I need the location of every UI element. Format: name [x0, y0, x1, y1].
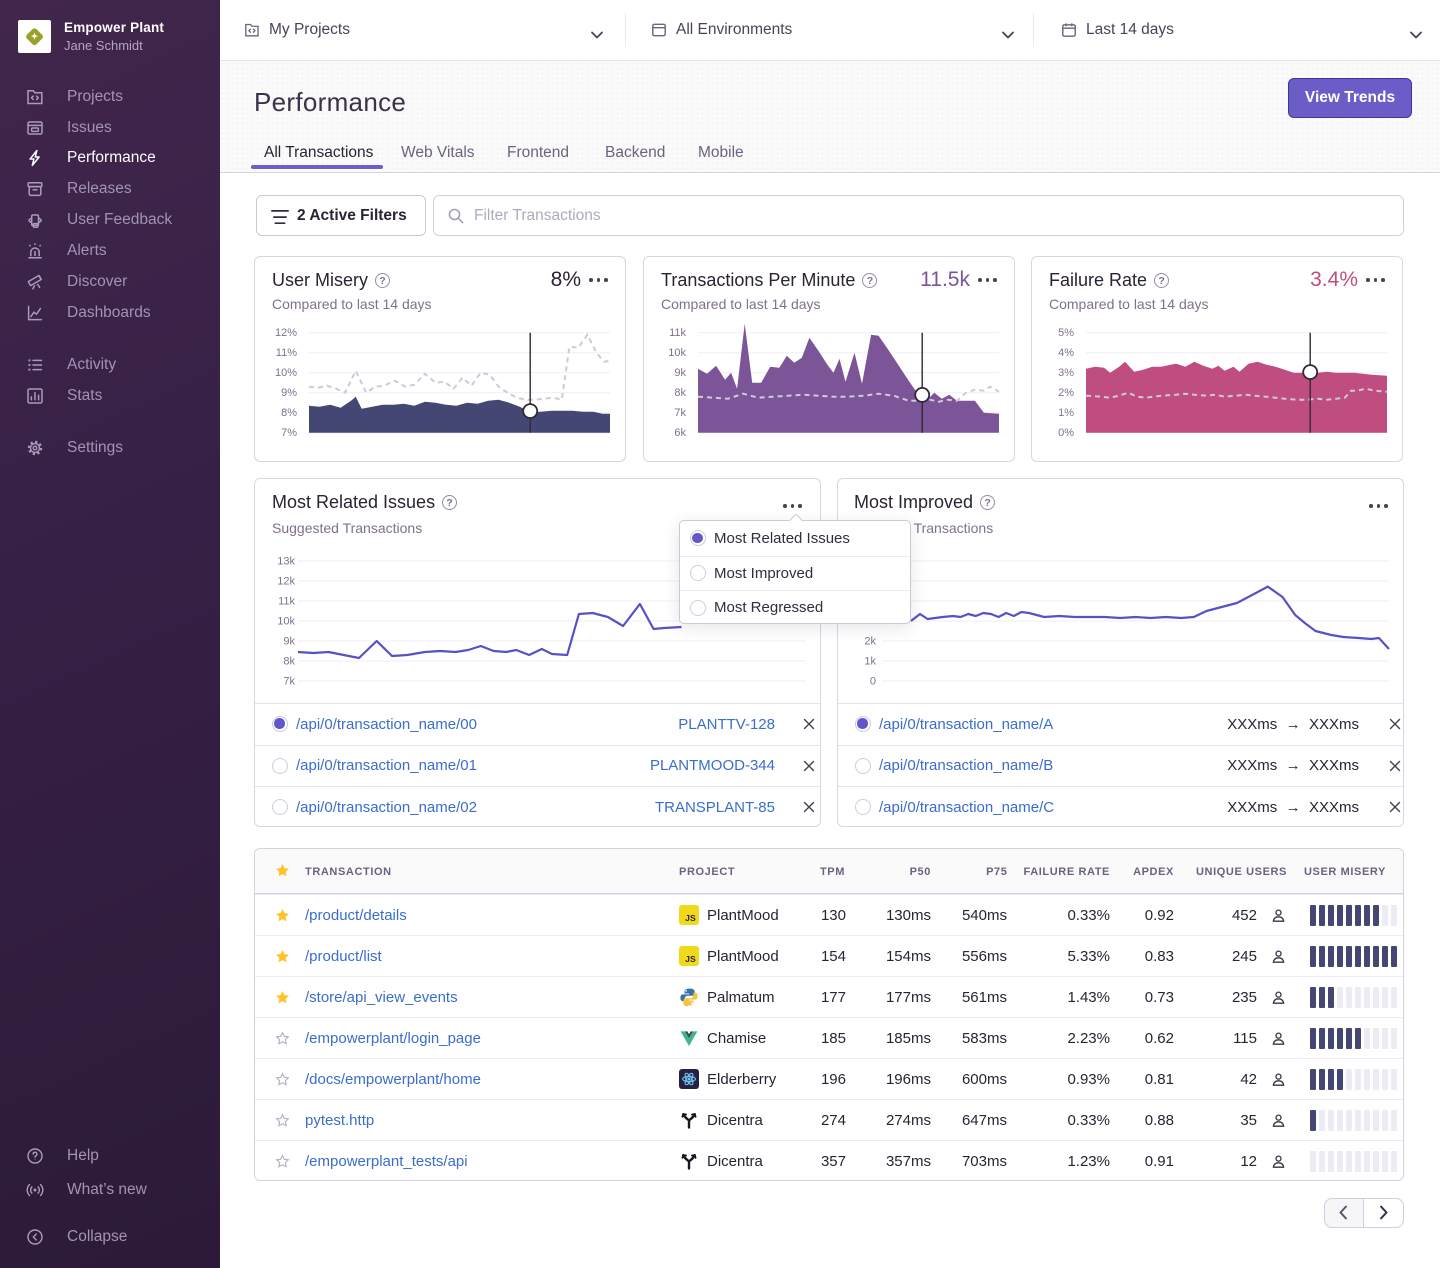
svg-text:0: 0: [870, 676, 876, 688]
svg-text:3%: 3%: [1058, 367, 1074, 379]
svg-text:8k: 8k: [674, 387, 686, 399]
svg-text:JS: JS: [685, 913, 696, 923]
svg-text:13k: 13k: [277, 556, 295, 568]
svg-text:4%: 4%: [1058, 347, 1074, 359]
svg-text:9k: 9k: [283, 636, 295, 648]
svg-text:JS: JS: [685, 954, 696, 964]
svg-text:0%: 0%: [1058, 427, 1074, 439]
svg-text:7%: 7%: [281, 427, 297, 439]
svg-text:9k: 9k: [674, 367, 686, 379]
svg-text:10%: 10%: [275, 367, 297, 379]
svg-text:6k: 6k: [674, 427, 686, 439]
svg-text:8k: 8k: [283, 656, 295, 668]
svg-text:5%: 5%: [1058, 327, 1074, 339]
svg-text:1k: 1k: [864, 656, 876, 668]
svg-text:7k: 7k: [283, 676, 295, 688]
svg-text:1%: 1%: [1058, 407, 1074, 419]
svg-text:9%: 9%: [281, 387, 297, 399]
svg-text:2k: 2k: [864, 636, 876, 648]
svg-text:2%: 2%: [1058, 387, 1074, 399]
svg-text:10k: 10k: [277, 616, 295, 628]
svg-text:7k: 7k: [674, 407, 686, 419]
svg-text:11k: 11k: [669, 327, 686, 339]
svg-text:12k: 12k: [277, 576, 295, 588]
svg-text:8%: 8%: [281, 407, 297, 419]
svg-text:12%: 12%: [275, 327, 297, 339]
svg-text:11%: 11%: [276, 347, 297, 359]
svg-text:11k: 11k: [278, 596, 295, 608]
svg-text:10k: 10k: [668, 347, 686, 359]
